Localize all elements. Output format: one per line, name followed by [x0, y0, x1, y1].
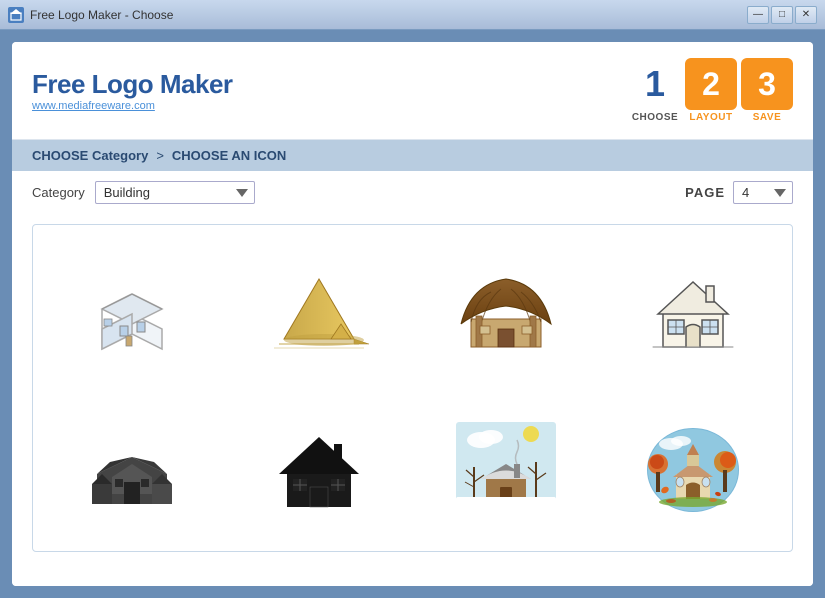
icon-cell-6[interactable] — [230, 393, 407, 541]
icon-cell-3[interactable] — [418, 235, 595, 383]
titlebar-title: Free Logo Maker - Choose — [30, 8, 173, 22]
step-2[interactable]: 2 LAYOUT — [685, 58, 737, 123]
building-icon-3 — [456, 264, 556, 354]
step-1-number: 1 — [629, 58, 681, 110]
page-label: PAGE — [685, 185, 725, 200]
icon-cell-1[interactable] — [43, 235, 220, 383]
steps-section: 1 CHOOSE 2 LAYOUT 3 SAVE — [629, 58, 793, 123]
window-content: Free Logo Maker www.mediafreeware.com 1 … — [0, 30, 825, 598]
step-3[interactable]: 3 SAVE — [741, 58, 793, 123]
app-icon — [8, 7, 24, 23]
header: Free Logo Maker www.mediafreeware.com 1 … — [12, 42, 813, 140]
category-left: Category Building Animals Nature Technol… — [32, 181, 255, 204]
maximize-button[interactable]: □ — [771, 6, 793, 24]
step-1-label: CHOOSE — [632, 112, 678, 123]
step-2-label: LAYOUT — [689, 112, 732, 123]
step-2-number: 2 — [685, 58, 737, 110]
icons-container — [12, 214, 813, 568]
page-select[interactable]: 1 2 3 4 5 — [733, 181, 793, 204]
icons-grid — [43, 235, 782, 541]
category-label: Category — [32, 185, 85, 200]
category-bar: Category Building Animals Nature Technol… — [12, 171, 813, 214]
page-section: PAGE 1 2 3 4 5 — [685, 181, 793, 204]
window: Free Logo Maker - Choose — □ ✕ Free Logo… — [0, 0, 825, 598]
building-icon-2 — [269, 264, 369, 354]
app-panel: Free Logo Maker www.mediafreeware.com 1 … — [12, 42, 813, 586]
titlebar-buttons: — □ ✕ — [747, 6, 817, 24]
building-icon-1 — [82, 264, 182, 354]
icon-cell-2[interactable] — [230, 235, 407, 383]
step-3-number: 3 — [741, 58, 793, 110]
building-icon-7 — [456, 422, 556, 512]
close-button[interactable]: ✕ — [795, 6, 817, 24]
building-icon-6 — [269, 422, 369, 512]
titlebar-left: Free Logo Maker - Choose — [8, 7, 173, 23]
bottom-bar — [12, 568, 813, 586]
titlebar: Free Logo Maker - Choose — □ ✕ — [0, 0, 825, 30]
logo-section: Free Logo Maker www.mediafreeware.com — [32, 69, 233, 112]
step-3-label: SAVE — [753, 112, 782, 123]
step-1: 1 CHOOSE — [629, 58, 681, 123]
breadcrumb-item-2: CHOOSE AN ICON — [172, 148, 286, 163]
icon-cell-5[interactable] — [43, 393, 220, 541]
breadcrumb-item-1: CHOOSE Category — [32, 148, 148, 163]
icons-grid-wrapper — [32, 224, 793, 552]
icon-cell-7[interactable] — [418, 393, 595, 541]
logo-title: Free Logo Maker — [32, 69, 233, 100]
breadcrumb-separator: > — [156, 148, 164, 163]
breadcrumb: CHOOSE Category > CHOOSE AN ICON — [12, 140, 813, 171]
category-select[interactable]: Building Animals Nature Technology Peopl… — [95, 181, 255, 204]
building-icon-8 — [643, 422, 743, 512]
icon-cell-4[interactable] — [605, 235, 782, 383]
minimize-button[interactable]: — — [747, 6, 769, 24]
logo-url[interactable]: www.mediafreeware.com — [32, 100, 233, 112]
building-icon-5 — [82, 422, 182, 512]
building-icon-4 — [643, 264, 743, 354]
icon-cell-8[interactable] — [605, 393, 782, 541]
